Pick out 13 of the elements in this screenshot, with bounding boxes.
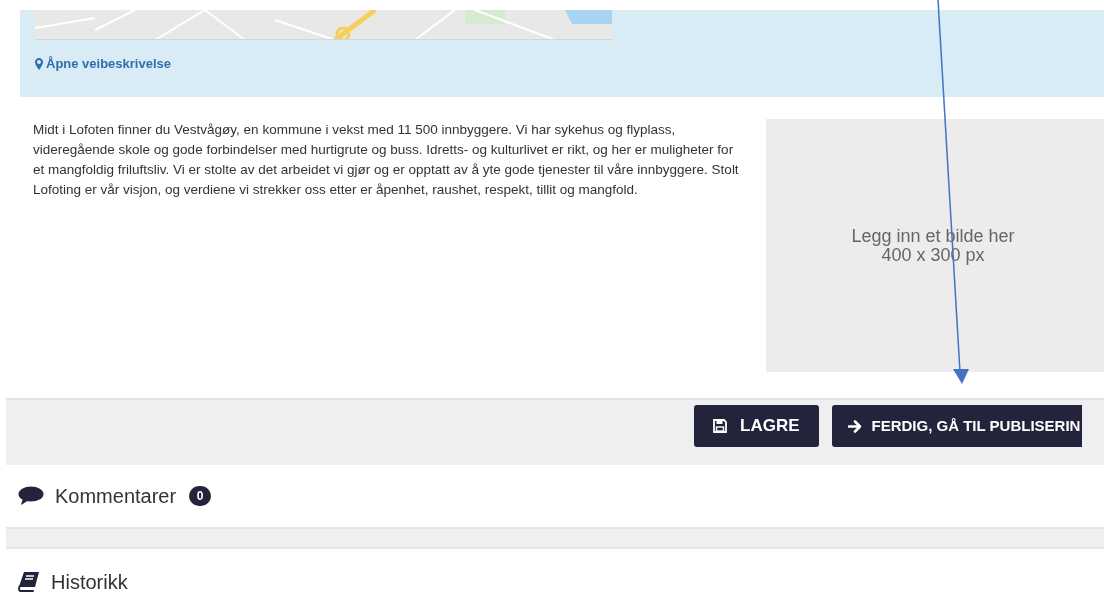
publish-button[interactable]: FERDIG, GÅ TIL PUBLISERIN xyxy=(831,405,1083,447)
save-button[interactable]: LAGRE xyxy=(694,405,819,447)
arrow-right-icon xyxy=(847,419,862,433)
map-pin-icon xyxy=(35,57,43,70)
book-icon xyxy=(18,572,40,592)
count-badge: 0 xyxy=(189,486,212,506)
section-title: Historikk xyxy=(51,570,128,593)
section-title: Kommentarer xyxy=(55,484,177,509)
section-header[interactable]: Kommentarer 0 xyxy=(6,465,1104,529)
speech-bubble-icon xyxy=(18,486,44,506)
directions-link[interactable]: Åpne veibeskrivelse xyxy=(35,54,172,74)
section-header[interactable]: Historikk xyxy=(6,547,1104,593)
description-paragraph: Midt i Lofoten finner du Vestvågøy, en kommune i vekst med 11 500 innbyggere. Vi har sykehus og flyplass, videregående skole og gode forbindelser med hurtigrute og buss. Idretts- og kulturlivet er rikt, og her er muligheter for et mangfoldig friluftsliv. Vi er stolte av det arbeidet vi gjør og er opptatt av å yte gode tjenester til våre innbyggere. Stolt Lofoting er vår visjon, og verdiene vi strekker oss etter er åpenhet, raushet, respekt, tillit og mangfold. xyxy=(33,121,740,199)
